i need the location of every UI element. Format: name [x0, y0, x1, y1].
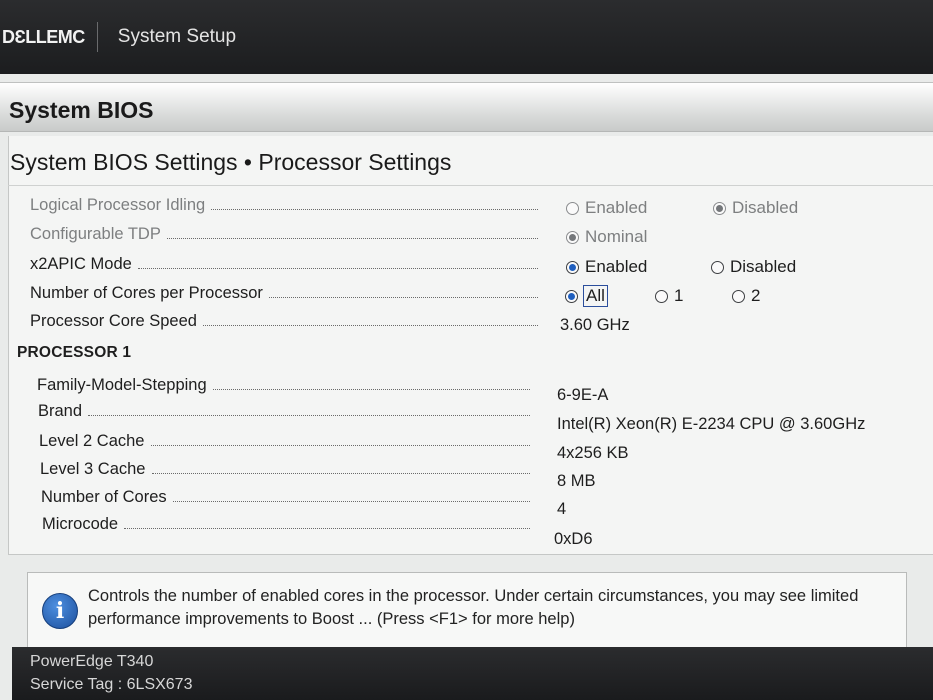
info-row: Level 3 Cache 8 MB — [0, 460, 933, 490]
radio-2[interactable]: 2 — [732, 286, 760, 306]
info-label: Number of Cores — [41, 488, 530, 507]
radio-1[interactable]: 1 — [655, 286, 683, 306]
radio-off-icon — [711, 260, 724, 274]
top-bar: DƐLLEMC System Setup — [0, 0, 933, 74]
dell-emc-logo: DƐLLEMC — [0, 22, 98, 52]
setting-configurable-tdp: Configurable TDP Nominal — [0, 225, 933, 251]
radio-enabled[interactable]: Enabled — [566, 257, 647, 277]
setting-label: Processor Core Speed — [30, 312, 538, 331]
info-row: Microcode 0xD6 — [0, 515, 933, 548]
radio-disabled[interactable]: Disabled — [711, 257, 796, 277]
setting-x2apic-mode: x2APIC Mode Enabled Disabled — [0, 255, 933, 281]
setting-label: Logical Processor Idling — [30, 196, 538, 215]
radio-on-icon — [713, 201, 726, 215]
setting-label: Configurable TDP — [30, 225, 538, 244]
info-value: 0xD6 — [554, 530, 593, 548]
radio-nominal[interactable]: Nominal — [566, 227, 647, 247]
app-title: System Setup — [117, 26, 237, 47]
service-tag: Service Tag : 6LSX673 — [30, 676, 193, 693]
footer-bar: PowerEdge T340 Service Tag : 6LSX673 — [12, 647, 933, 700]
radio-on-icon — [566, 260, 579, 274]
setting-value: 3.60 GHz — [560, 316, 630, 334]
info-row: Brand Intel(R) Xeon(R) E-2234 CPU @ 3.60… — [0, 402, 933, 433]
info-label: Brand — [38, 402, 530, 421]
radio-on-icon — [566, 230, 579, 244]
info-label: Family-Model-Stepping — [37, 376, 530, 395]
model-name: PowerEdge T340 — [30, 653, 154, 670]
info-row: Level 2 Cache 4x256 KB — [0, 432, 933, 462]
setting-logical-processor-idling: Logical Processor Idling Enabled Disable… — [0, 196, 933, 222]
setting-processor-core-speed: Processor Core Speed 3.60 GHz — [0, 312, 933, 338]
info-row: Family-Model-Stepping 6-9E-A — [0, 376, 933, 404]
section-title-processor-1: PROCESSOR 1 — [17, 344, 132, 361]
setting-label: x2APIC Mode — [30, 255, 538, 274]
radio-off-icon — [732, 289, 745, 303]
setting-cores-per-processor: Number of Cores per Processor All 1 2 — [0, 284, 933, 310]
radio-enabled[interactable]: Enabled — [566, 198, 647, 218]
info-row: Number of Cores 4 — [0, 488, 933, 518]
radio-on-icon — [565, 289, 578, 303]
info-icon: i — [42, 593, 78, 629]
page-title: System BIOS — [9, 97, 154, 123]
info-label: Microcode — [42, 515, 530, 534]
radio-disabled[interactable]: Disabled — [713, 198, 798, 218]
radio-all[interactable]: All — [565, 285, 608, 307]
help-text: Controls the number of enabled cores in … — [88, 587, 859, 628]
divider — [8, 185, 933, 186]
info-label: Level 3 Cache — [40, 460, 530, 479]
help-box: i Controls the number of enabled cores i… — [27, 572, 907, 658]
info-label: Level 2 Cache — [39, 432, 530, 451]
breadcrumb: System BIOS Settings • Processor Setting… — [10, 149, 452, 175]
radio-off-icon — [655, 289, 668, 303]
page-header: System BIOS — [0, 82, 933, 132]
radio-off-icon — [566, 201, 579, 215]
setting-label: Number of Cores per Processor — [30, 284, 538, 303]
